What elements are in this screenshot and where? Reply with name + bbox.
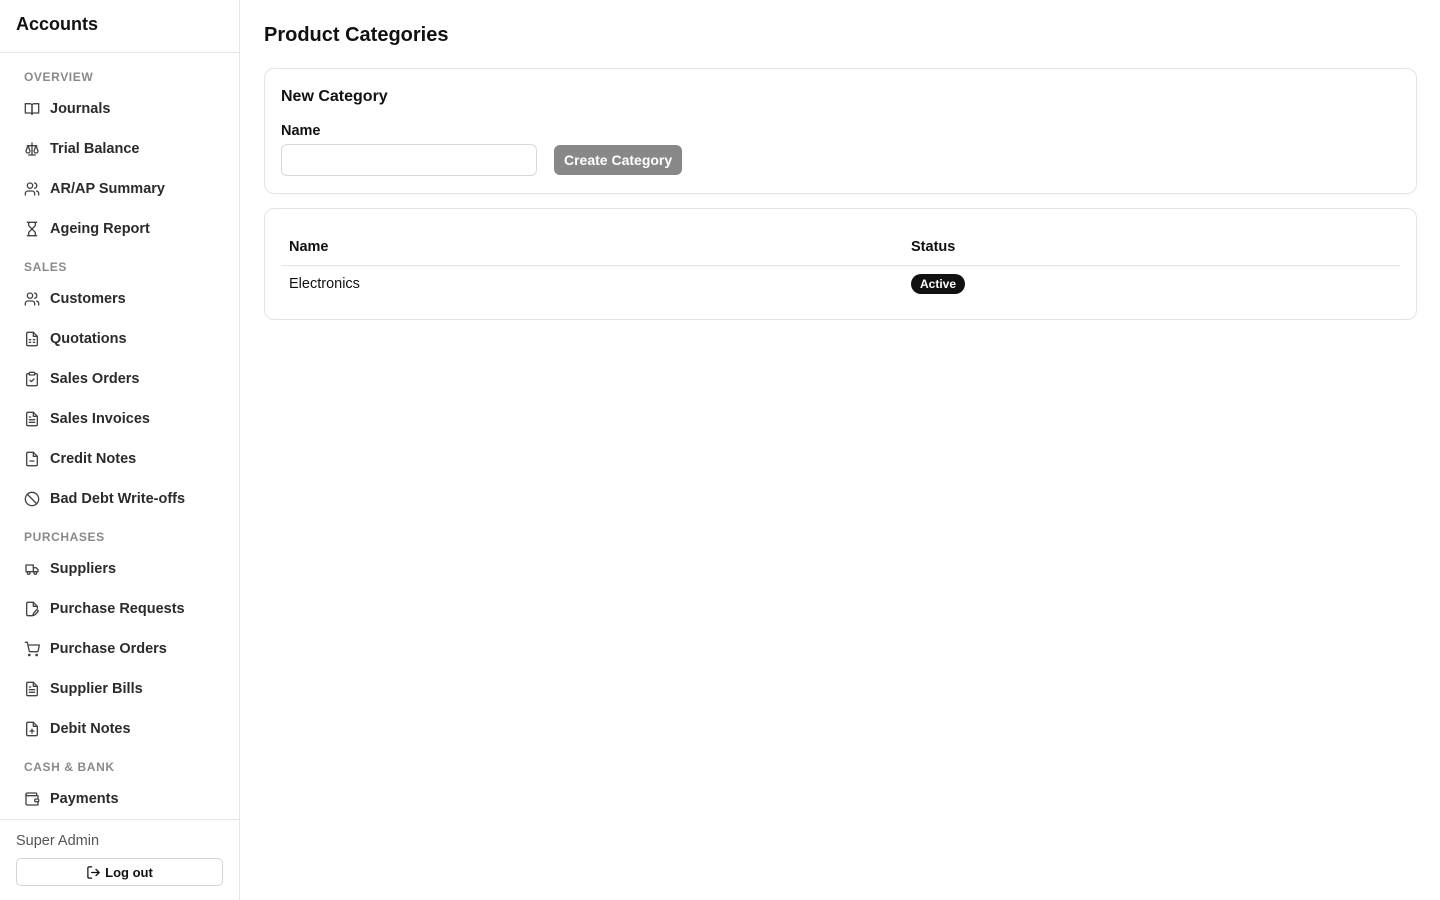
sidebar-item-label: Customers [50,291,126,307]
status-badge: Active [911,274,966,295]
page-title: Product Categories [264,24,449,46]
truck-icon [24,561,40,577]
column-header-name: Name [281,229,903,266]
sidebar-item-label: Debit Notes [50,721,131,737]
category-name-cell: Electronics [289,276,360,293]
sidebar-footer: Super Admin Log out [0,819,239,900]
categories-table: Name Status Electronics Active [281,229,1400,303]
table-row[interactable]: Electronics Active [281,265,1400,303]
sidebar-item-suppliers[interactable]: Suppliers [0,549,239,589]
sidebar-item-label: Credit Notes [50,451,137,467]
wallet-icon [24,791,40,807]
sidebar-item-purchase-requests[interactable]: Purchase Requests [0,589,239,629]
create-category-button[interactable]: Create Category [554,145,683,175]
sidebar-item-sales-orders[interactable]: Sales Orders [0,359,239,399]
sidebar-item-label: AR/AP Summary [50,181,165,197]
log-out-icon [86,865,101,880]
file-plus-icon [24,721,40,737]
sidebar-item-label: Trial Balance [50,141,140,157]
section-label-sales: SALES [24,260,68,274]
sidebar-item-bad-debt-write-offs[interactable]: Bad Debt Write-offs [0,479,239,519]
sidebar-item-quotations[interactable]: Quotations [0,319,239,359]
sidebar-item-debit-notes[interactable]: Debit Notes [0,709,239,749]
file-text-icon [24,411,40,427]
table-header-row: Name Status [281,229,1400,266]
brand-title: Accounts [0,0,239,53]
section-label-overview: OVERVIEW [24,70,94,84]
sidebar-item-ageing-report[interactable]: Ageing Report [0,209,239,249]
scale-icon [24,141,40,157]
sidebar-item-arap-summary[interactable]: AR/AP Summary [0,169,239,209]
sidebar-item-sales-invoices[interactable]: Sales Invoices [0,399,239,439]
file-text-icon [24,681,40,697]
section-label-cash-bank: CASH & BANK [24,760,115,774]
new-category-form: Create Category [281,144,1400,176]
logout-button[interactable]: Log out [16,858,223,886]
sidebar-item-label: Supplier Bills [50,681,143,697]
category-name-input[interactable] [281,144,537,176]
sidebar-item-purchase-orders[interactable]: Purchase Orders [0,629,239,669]
sidebar-item-label: Payments [50,791,119,807]
shopping-cart-icon [24,641,40,657]
sidebar-item-trial-balance[interactable]: Trial Balance [0,129,239,169]
name-field-label: Name [281,123,321,139]
column-header-status: Status [903,229,1400,266]
new-category-card: New Category Name Create Category [264,68,1417,194]
sidebar-item-payments[interactable]: Payments [0,779,239,819]
sidebar: Accounts OVERVIEW Journals Trial Balance [0,0,240,900]
clipboard-check-icon [24,371,40,387]
main-content: Product Categories New Category Name Cre… [240,0,1440,900]
book-open-icon [24,101,40,117]
sidebar-item-supplier-bills[interactable]: Supplier Bills [0,669,239,709]
sidebar-item-customers[interactable]: Customers [0,279,239,319]
sidebar-item-label: Purchase Requests [50,601,185,617]
sidebar-nav: OVERVIEW Journals Trial Balance AR/AP Su… [0,53,239,819]
file-pen-icon [24,601,40,617]
sidebar-item-label: Bad Debt Write-offs [50,491,186,507]
sidebar-item-label: Journals [50,101,111,117]
current-user-name: Super Admin [16,833,100,849]
users-icon [24,181,40,197]
categories-table-card: Name Status Electronics Active [264,208,1417,320]
section-label-purchases: PURCHASES [24,530,105,544]
sidebar-item-credit-notes[interactable]: Credit Notes [0,439,239,479]
category-status-cell: Active [903,265,1400,303]
logout-label: Log out [105,864,153,880]
ban-icon [24,491,40,507]
sidebar-item-label: Quotations [50,331,127,347]
users-icon [24,291,40,307]
file-spreadsheet-icon [24,331,40,347]
app-shell: Accounts OVERVIEW Journals Trial Balance [0,0,1440,900]
hourglass-icon [24,221,40,237]
sidebar-item-journals[interactable]: Journals [0,89,239,129]
sidebar-item-label: Sales Orders [50,371,140,387]
sidebar-item-label: Ageing Report [50,221,150,237]
file-minus-icon [24,451,40,467]
new-category-title: New Category [281,88,388,105]
sidebar-item-label: Sales Invoices [50,411,150,427]
sidebar-item-label: Purchase Orders [50,641,167,657]
sidebar-item-label: Suppliers [50,561,117,577]
